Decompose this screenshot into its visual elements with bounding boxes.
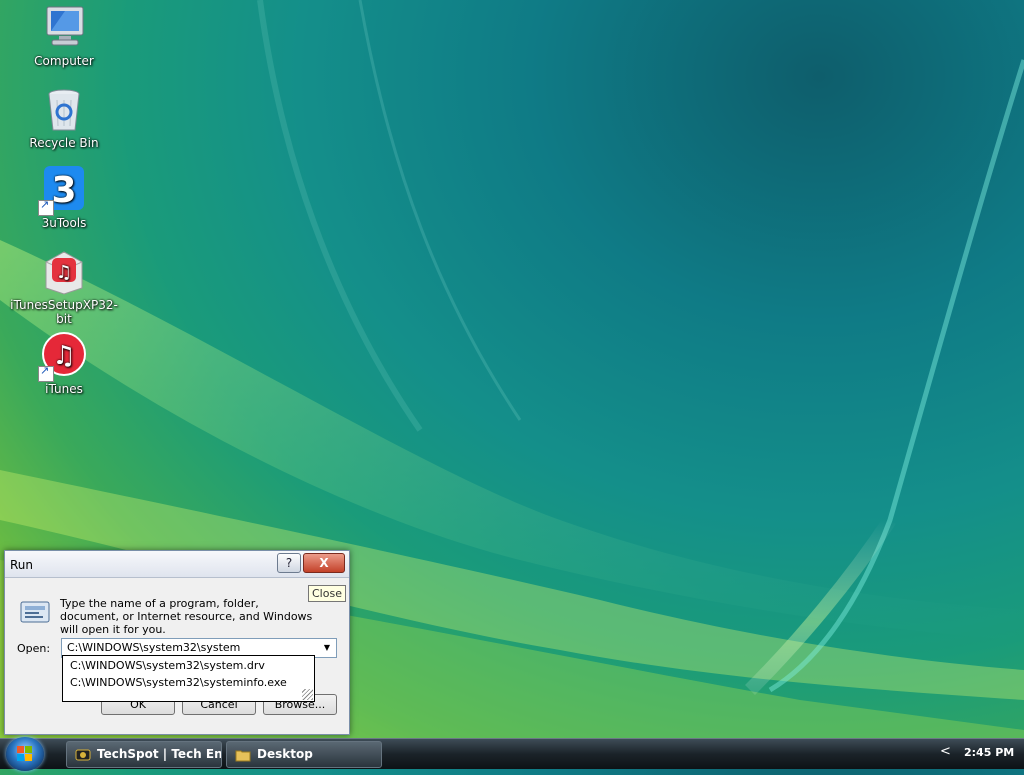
desktop-icon-label: iTunesSetupXP32-bit bbox=[10, 298, 118, 326]
autocomplete-list: C:\WINDOWS\system32\system.drv C:\WINDOW… bbox=[62, 655, 315, 702]
svg-text:♫: ♫ bbox=[56, 262, 72, 283]
start-button[interactable] bbox=[6, 737, 44, 771]
itunes-setup-icon: ♫ bbox=[40, 248, 88, 296]
desktop-icon-label: Recycle Bin bbox=[29, 136, 99, 150]
dialog-title: Run bbox=[10, 558, 34, 572]
autocomplete-item[interactable]: C:\WINDOWS\system32\system.drv bbox=[70, 659, 265, 672]
desktop-icon-recycle-bin[interactable]: Recycle Bin bbox=[4, 86, 124, 150]
dropdown-arrow-icon[interactable]: ▼ bbox=[320, 641, 334, 655]
taskbar-button-techspot[interactable]: TechSpot | Tech Ent... bbox=[66, 741, 222, 768]
show-hidden-icons-button[interactable]: < bbox=[940, 744, 951, 759]
resize-grip-icon[interactable] bbox=[302, 689, 313, 700]
help-button[interactable]: ? bbox=[277, 553, 301, 573]
shortcut-arrow-icon bbox=[38, 198, 54, 216]
taskbar: TechSpot | Tech Ent... Desktop < 2:45 PM bbox=[0, 737, 1024, 771]
3utools-icon: 3 bbox=[38, 166, 88, 216]
techspot-icon bbox=[75, 749, 91, 760]
desktop-icon-itunes-setup[interactable]: ♫ iTunesSetupXP32-bit bbox=[4, 248, 124, 326]
taskbar-button-label: TechSpot | Tech Ent... bbox=[97, 747, 222, 761]
desktop-icon-computer[interactable]: Computer bbox=[4, 4, 124, 68]
run-icon bbox=[20, 601, 50, 623]
desktop-icon-3utools[interactable]: 3 3uTools bbox=[4, 166, 124, 230]
desktop-icon-itunes[interactable]: ♫ iTunes bbox=[4, 332, 124, 396]
open-input[interactable]: C:\WINDOWS\system32\system bbox=[67, 641, 240, 654]
taskbar-button-label: Desktop bbox=[257, 747, 313, 761]
itunes-icon: ♫ bbox=[38, 332, 88, 382]
computer-icon bbox=[40, 4, 88, 52]
windows-logo-icon bbox=[17, 746, 32, 761]
dialog-titlebar[interactable]: Run ? X bbox=[5, 551, 349, 578]
desktop-icon-label: 3uTools bbox=[41, 216, 87, 230]
taskbar-clock[interactable]: 2:45 PM bbox=[964, 746, 1014, 759]
close-tooltip: Close bbox=[308, 585, 346, 602]
recycle-bin-icon bbox=[40, 86, 88, 134]
autocomplete-item[interactable]: C:\WINDOWS\system32\systeminfo.exe bbox=[70, 676, 287, 689]
run-dialog: Run ? X Type the name of a program, fold… bbox=[4, 550, 350, 735]
desktop-icon-label: iTunes bbox=[45, 382, 83, 396]
close-button[interactable]: X bbox=[303, 553, 345, 573]
folder-icon bbox=[235, 750, 251, 761]
dialog-description: Type the name of a program, folder, docu… bbox=[60, 597, 313, 636]
desktop-icon-label: Computer bbox=[34, 54, 94, 68]
shortcut-arrow-icon bbox=[38, 364, 54, 382]
taskbar-button-desktop[interactable]: Desktop bbox=[226, 741, 382, 768]
svg-text:3: 3 bbox=[51, 170, 76, 211]
svg-text:♫: ♫ bbox=[52, 341, 75, 371]
open-label: Open: bbox=[17, 642, 51, 655]
